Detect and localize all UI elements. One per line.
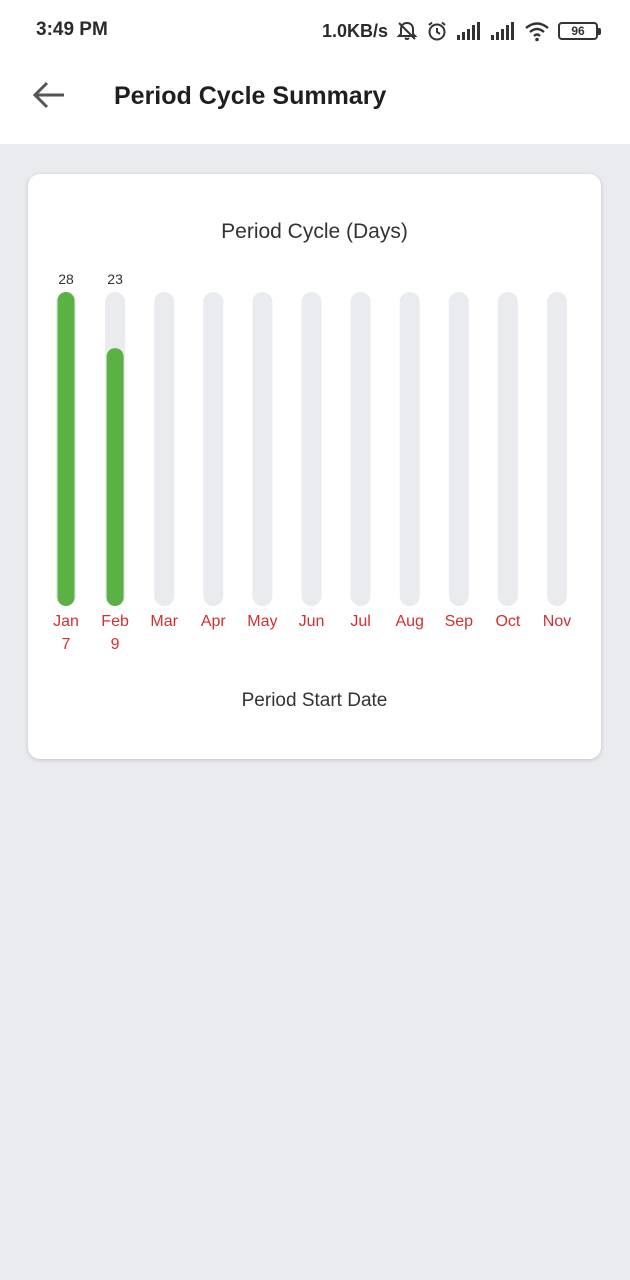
bar-data-label: 23 — [107, 271, 123, 287]
bar-track — [350, 292, 371, 606]
bar-track — [448, 292, 469, 606]
bell-off-icon — [396, 20, 418, 42]
x-tick-label: Jul — [350, 613, 370, 630]
status-time: 3:49 PM — [36, 19, 108, 40]
bar-track — [497, 292, 518, 606]
x-tick-label: Feb — [101, 613, 129, 630]
bar-track — [203, 292, 224, 606]
back-button[interactable] — [24, 76, 74, 118]
x-tick-label: Jun — [299, 613, 325, 630]
page-title: Period Cycle Summary — [114, 82, 387, 110]
x-tick-label: Mar — [150, 613, 178, 630]
bar-chart: 28 Jan 7 23 Feb 9 Mar Apr May Jun Jul Aug Sep Oct Nov — [53, 271, 571, 653]
wifi-icon — [524, 20, 550, 42]
battery-icon: 96 — [558, 22, 601, 40]
x-tick-label: 7 — [62, 636, 71, 653]
x-tick-label: Apr — [201, 613, 227, 630]
arrow-left-icon — [32, 81, 66, 114]
bar-track — [301, 292, 322, 606]
app-bar: Period Cycle Summary — [0, 62, 630, 134]
net-speed: 1.0KB/s — [321, 20, 388, 41]
x-tick-label: May — [247, 613, 277, 630]
status-icons: 1.0KB/s 96 — [321, 18, 601, 44]
bar-data-label: 28 — [58, 271, 74, 287]
x-tick-label: 9 — [111, 636, 120, 653]
bar — [106, 348, 124, 606]
x-tick-label: Sep — [445, 613, 474, 630]
bar — [57, 292, 75, 606]
x-tick-label: Nov — [543, 613, 571, 630]
chart-x-axis-label: Period Start Date — [241, 690, 388, 711]
bar-track — [399, 292, 420, 606]
x-tick-label: Aug — [395, 613, 423, 630]
signal-icon — [490, 21, 516, 41]
top-bar: 3:49 PM 1.0KB/s 96 Period Cycle Summary — [0, 0, 630, 144]
bar-track — [154, 292, 175, 606]
bar-track — [252, 292, 273, 606]
chart-card: Period Cycle (Days) 28 Jan 7 23 Feb 9 Mar Apr Ma… — [28, 174, 601, 759]
alarm-icon — [426, 20, 448, 42]
bar-track — [547, 292, 567, 606]
signal-icon — [456, 21, 482, 41]
x-tick-label: Jan — [53, 613, 79, 630]
status-bar: 3:49 PM 1.0KB/s 96 — [0, 0, 630, 62]
x-tick-label: Oct — [495, 613, 520, 630]
